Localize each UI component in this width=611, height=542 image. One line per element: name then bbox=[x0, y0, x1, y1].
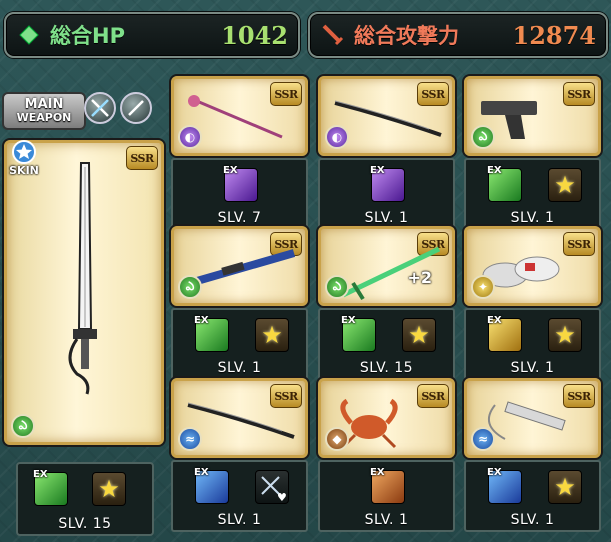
total-attack-value: 12874 bbox=[512, 20, 597, 50]
skill-panel: EX SLV. 7 bbox=[171, 158, 308, 230]
dark-element-icon: ◐ bbox=[325, 125, 349, 149]
water-ex-skill-icon[interactable]: EX bbox=[194, 467, 229, 504]
greatsword-icon bbox=[68, 162, 97, 395]
wind-element-icon: ఎ bbox=[178, 275, 202, 299]
dark-element-icon: ◐ bbox=[178, 125, 202, 149]
main-weapon-tabs: MAIN WEAPON bbox=[0, 86, 166, 134]
water-element-icon: ≈ bbox=[178, 427, 202, 451]
diamond-icon bbox=[16, 22, 42, 48]
main-weapon-card[interactable]: SSR ఎ bbox=[4, 140, 164, 445]
star-skill-icon[interactable]: ★ bbox=[402, 318, 436, 352]
weapon-card[interactable]: SSR ఎ bbox=[171, 226, 308, 306]
wind-element-icon: ఎ bbox=[471, 125, 495, 149]
total-hp-bar: 総合HP 1042 bbox=[4, 12, 300, 58]
weapon-card[interactable]: SSR ✦ bbox=[464, 226, 601, 306]
ex-label: EX bbox=[223, 165, 238, 176]
skill-level: SLV. 1 bbox=[364, 512, 409, 528]
ex-label: EX bbox=[194, 315, 209, 326]
wind-ex-skill-icon[interactable]: EX bbox=[341, 315, 376, 352]
light-ex-skill-icon[interactable]: EX bbox=[487, 315, 522, 352]
main-badge-line2: WEAPON bbox=[16, 111, 72, 124]
ex-label: EX bbox=[487, 315, 502, 326]
wind-ex-skill-icon[interactable]: EX bbox=[487, 165, 522, 202]
svg-text:♥: ♥ bbox=[277, 491, 287, 502]
weapon-card[interactable]: SSR ≈ bbox=[171, 378, 308, 458]
earth-element-icon: ◆ bbox=[325, 427, 349, 451]
star-icon bbox=[12, 140, 36, 164]
skill-level: SLV. 15 bbox=[58, 516, 112, 532]
ex-label: EX bbox=[341, 315, 356, 326]
skill-panel: EX ★ SLV. 1 bbox=[464, 308, 601, 380]
main-weapon-badge[interactable]: MAIN WEAPON bbox=[2, 92, 86, 130]
water-ex-skill-icon[interactable]: EX bbox=[487, 467, 522, 504]
total-attack-bar: 総合攻撃力 12874 bbox=[308, 12, 608, 58]
ex-label: EX bbox=[370, 467, 385, 478]
skill-level: SLV. 7 bbox=[217, 210, 262, 226]
skill-panel: EX ★ SLV. 1 bbox=[464, 460, 601, 532]
ex-label: EX bbox=[370, 165, 385, 176]
total-attack-label: 総合攻撃力 bbox=[354, 24, 459, 48]
ex-label: EX bbox=[487, 165, 502, 176]
skill-panel: EX SLV. 1 bbox=[318, 158, 455, 230]
sword-icon bbox=[320, 22, 346, 48]
weapon-card[interactable]: SSR +2 ఎ bbox=[318, 226, 455, 306]
ex-label: EX bbox=[194, 467, 209, 478]
dark-ex-skill-icon[interactable]: EX bbox=[370, 165, 405, 202]
skill-panel: EX SLV. 1 bbox=[318, 460, 455, 532]
rarity-badge: SSR bbox=[417, 384, 449, 408]
skill-panel: EX ♥ SLV. 1 bbox=[171, 460, 308, 532]
weapon-card[interactable]: SSR ◐ bbox=[318, 76, 455, 156]
skill-level: SLV. 1 bbox=[510, 210, 555, 226]
skin-badge[interactable]: SKIN bbox=[6, 140, 42, 182]
wind-ex-skill-icon[interactable]: EX bbox=[33, 469, 68, 506]
wind-ex-skill-icon[interactable]: EX bbox=[194, 315, 229, 352]
wind-element-icon: ఎ bbox=[11, 414, 35, 438]
skill-level: SLV. 1 bbox=[510, 512, 555, 528]
weapon-tab-button-1[interactable] bbox=[84, 92, 116, 124]
weapon-tab-button-2[interactable] bbox=[120, 92, 152, 124]
total-hp-value: 1042 bbox=[221, 20, 288, 50]
skill-level: SLV. 1 bbox=[217, 512, 262, 528]
star-skill-icon[interactable]: ★ bbox=[255, 318, 289, 352]
star-skill-icon[interactable]: ★ bbox=[548, 168, 582, 202]
star-skill-icon[interactable]: ★ bbox=[92, 472, 126, 506]
ex-label: EX bbox=[487, 467, 502, 478]
rarity-badge: SSR bbox=[563, 82, 595, 106]
main-weapon-skill-panel: EX ★ SLV. 15 bbox=[16, 462, 154, 536]
star-skill-icon[interactable]: ★ bbox=[548, 470, 582, 504]
skill-level: SLV. 1 bbox=[217, 360, 262, 376]
weapon-card[interactable]: SSR ◆ bbox=[318, 378, 455, 458]
skill-panel: EX ★ SLV. 15 bbox=[318, 308, 455, 380]
skill-level: SLV. 15 bbox=[359, 360, 414, 376]
crossed-swords-icon bbox=[91, 99, 109, 117]
skill-level: SLV. 1 bbox=[510, 360, 555, 376]
ex-label: EX bbox=[33, 469, 48, 480]
water-element-icon: ≈ bbox=[471, 427, 495, 451]
earth-ex-skill-icon[interactable]: EX bbox=[370, 467, 405, 504]
wind-element-icon: ఎ bbox=[325, 275, 349, 299]
skill-level: SLV. 1 bbox=[364, 210, 409, 226]
dark-ex-skill-icon[interactable]: EX bbox=[223, 165, 258, 202]
total-hp-label: 総合HP bbox=[50, 24, 125, 48]
light-element-icon: ✦ bbox=[471, 275, 495, 299]
skin-label: SKIN bbox=[9, 164, 39, 177]
plus-level: +2 bbox=[407, 268, 432, 287]
main-badge-line1: MAIN bbox=[24, 97, 64, 112]
rarity-badge: SSR bbox=[126, 146, 158, 170]
skill-panel: EX ★ SLV. 1 bbox=[464, 158, 601, 230]
weapon-card[interactable]: SSR ≈ bbox=[464, 378, 601, 458]
rarity-badge: SSR bbox=[563, 232, 595, 256]
sword-heart-skill-icon[interactable]: ♥ bbox=[255, 470, 289, 504]
skill-panel: EX ★ SLV. 1 bbox=[171, 308, 308, 380]
weapon-card[interactable]: SSR ఎ bbox=[464, 76, 601, 156]
sword-icon bbox=[128, 100, 144, 116]
star-skill-icon[interactable]: ★ bbox=[548, 318, 582, 352]
weapon-card[interactable]: SSR ◐ bbox=[171, 76, 308, 156]
